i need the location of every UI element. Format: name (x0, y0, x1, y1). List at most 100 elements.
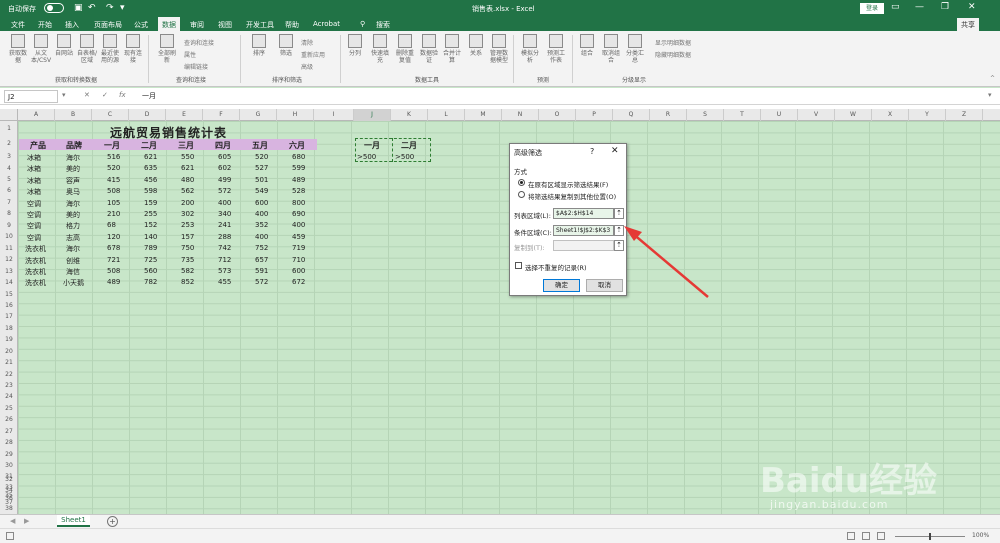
table-cell[interactable]: 550 (181, 153, 194, 161)
table-cell[interactable]: 750 (181, 244, 194, 252)
row-header[interactable]: 28 (0, 439, 18, 446)
column-header[interactable]: O (539, 109, 576, 121)
row-header[interactable]: 7 (0, 199, 18, 206)
tab-data[interactable]: 数据 (158, 17, 180, 31)
column-header[interactable]: Z (946, 109, 983, 121)
cancel-button[interactable]: 取消 (586, 279, 623, 292)
row-header[interactable]: 4 (0, 165, 18, 172)
table-cell[interactable]: 海信 (66, 267, 80, 277)
data-validation-button[interactable]: 数据验证 (418, 34, 440, 64)
table-cell[interactable]: 721 (107, 256, 120, 264)
table-cell[interactable]: 157 (181, 233, 194, 241)
table-cell[interactable]: 冰箱 (27, 164, 41, 174)
table-cell[interactable]: 508 (107, 267, 120, 275)
list-range-collapse-icon[interactable]: ⇡ (614, 208, 624, 219)
collapse-ribbon-icon[interactable]: ^ (990, 75, 995, 82)
table-cell[interactable]: 572 (255, 278, 268, 286)
cancel-icon[interactable]: ✕ (84, 91, 90, 99)
table-cell[interactable]: 680 (292, 153, 305, 161)
table-cell[interactable]: 海尔 (66, 244, 80, 254)
group-button[interactable]: 组合 (576, 34, 598, 57)
column-header[interactable]: P (576, 109, 613, 121)
table-cell[interactable]: 空调 (27, 221, 41, 231)
tab-help[interactable]: 帮助 (285, 20, 299, 30)
refresh-all-button[interactable]: 全部刷新 (156, 34, 178, 64)
copy-to-location-label[interactable]: 将筛选结果复制到其他位置(O) (528, 191, 616, 201)
advanced-filter-button[interactable]: 高级 (301, 62, 313, 71)
row-header[interactable]: 23 (0, 382, 18, 389)
table-cell[interactable]: 210 (107, 210, 120, 218)
filter-in-place-label[interactable]: 在原有区域显示筛选结果(F) (528, 179, 608, 189)
column-header[interactable]: F (203, 109, 240, 121)
zoom-level[interactable]: 100% (972, 532, 989, 539)
table-cell[interactable]: 789 (144, 244, 157, 252)
table-cell[interactable]: 852 (181, 278, 194, 286)
add-sheet-icon[interactable]: + (107, 516, 118, 527)
row-header[interactable]: 14 (0, 279, 18, 286)
column-header[interactable]: T (724, 109, 761, 121)
hide-detail-button[interactable]: 隐藏明细数据 (655, 50, 691, 59)
column-header[interactable]: E (166, 109, 203, 121)
formula-input[interactable]: 一月 (142, 91, 156, 101)
table-cell[interactable]: 489 (292, 176, 305, 184)
column-header[interactable]: U (761, 109, 798, 121)
row-header[interactable]: 2 (0, 140, 18, 147)
table-cell[interactable]: 600 (255, 199, 268, 207)
table-cell[interactable]: 志高 (66, 233, 80, 243)
table-cell[interactable]: 68 (107, 221, 116, 229)
filter-in-place-radio[interactable] (518, 179, 525, 186)
table-cell[interactable]: 528 (292, 187, 305, 195)
table-cell[interactable]: 621 (181, 164, 194, 172)
table-cell[interactable]: 678 (107, 244, 120, 252)
share-button[interactable]: 共享 (957, 18, 979, 32)
row-header[interactable]: 10 (0, 233, 18, 240)
text-to-columns-button[interactable]: 分列 (344, 34, 366, 57)
row-header[interactable]: 3 (0, 153, 18, 160)
column-header[interactable]: L (428, 109, 465, 121)
list-range-input[interactable]: $A$2:$H$14 (553, 208, 614, 219)
column-header[interactable]: Y (909, 109, 946, 121)
column-header[interactable]: X (872, 109, 909, 121)
flash-fill-button[interactable]: 快速填充 (369, 34, 391, 64)
table-cell[interactable]: 105 (107, 199, 120, 207)
row-header[interactable]: 16 (0, 302, 18, 309)
row-header[interactable]: 15 (0, 291, 18, 298)
reapply-button[interactable]: 重新应用 (301, 50, 325, 59)
row-header[interactable]: 9 (0, 222, 18, 229)
column-header[interactable]: H (277, 109, 314, 121)
table-cell[interactable]: 459 (292, 233, 305, 241)
table-cell[interactable]: 美的 (66, 210, 80, 220)
row-header[interactable]: 11 (0, 245, 18, 252)
unique-records-label[interactable]: 选择不重复的记录(R) (525, 262, 587, 272)
table-cell[interactable]: 516 (107, 153, 120, 161)
queries-connections-button[interactable]: 查询和连接 (184, 38, 214, 47)
next-sheet-icon[interactable]: ▶ (24, 517, 29, 525)
table-cell[interactable]: 480 (181, 176, 194, 184)
table-cell[interactable]: 奥马 (66, 187, 80, 197)
ribbon-display-icon[interactable]: ▭ (891, 2, 900, 12)
table-cell[interactable]: 690 (292, 210, 305, 218)
table-cell[interactable]: 海尔 (66, 199, 80, 209)
row-header[interactable]: 25 (0, 405, 18, 412)
table-cell[interactable]: 200 (181, 199, 194, 207)
table-cell[interactable]: 洗衣机 (25, 244, 46, 254)
properties-button[interactable]: 属性 (184, 50, 196, 59)
table-cell[interactable]: 572 (218, 187, 231, 195)
criteria-header-jan[interactable]: 一月 (364, 140, 380, 151)
table-cell[interactable]: 582 (181, 267, 194, 275)
column-header[interactable]: S (687, 109, 724, 121)
table-cell[interactable]: 456 (144, 176, 157, 184)
row-header[interactable]: 18 (0, 325, 18, 332)
subtotal-button[interactable]: 分类汇总 (624, 34, 646, 64)
help-button[interactable]: ? (590, 147, 594, 156)
column-header[interactable]: C (92, 109, 129, 121)
table-cell[interactable]: 洗衣机 (25, 267, 46, 277)
existing-connections-button[interactable]: 现有连接 (122, 34, 144, 64)
column-header[interactable]: R (650, 109, 687, 121)
page-break-view-icon[interactable] (877, 532, 885, 540)
table-cell[interactable]: 573 (218, 267, 231, 275)
table-cell[interactable]: 400 (292, 221, 305, 229)
copy-to-collapse-icon[interactable]: ⇡ (614, 240, 624, 251)
filter-button[interactable]: 筛选 (275, 34, 297, 57)
row-header[interactable]: 17 (0, 313, 18, 320)
